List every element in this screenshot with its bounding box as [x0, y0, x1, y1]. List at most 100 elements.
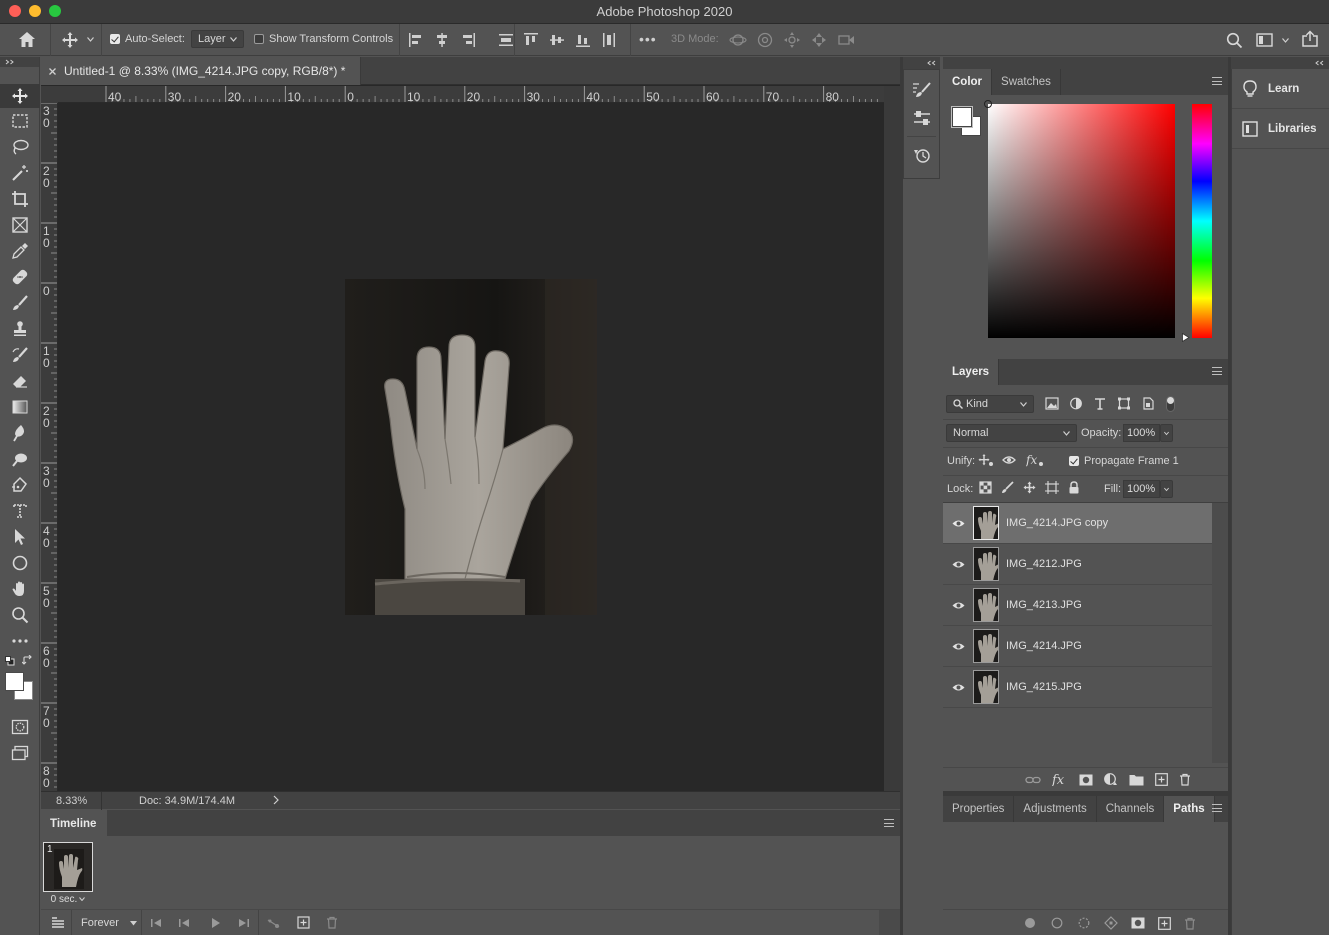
lock-position-icon[interactable]	[1023, 481, 1036, 494]
document-tab[interactable]: Untitled-1 @ 8.33% (IMG_4214.JPG copy, R…	[41, 57, 361, 85]
right-panel-collapse-bar[interactable]	[1231, 57, 1329, 69]
unify-visibility-icon[interactable]	[1002, 453, 1018, 467]
tab-channels[interactable]: Channels	[1097, 796, 1165, 822]
zoom-level[interactable]: 8.33%	[56, 795, 87, 807]
gradient-tool[interactable]	[0, 394, 40, 420]
layer-row[interactable]: IMG_4212.JPG	[943, 544, 1212, 585]
eyedropper-tool[interactable]	[0, 238, 40, 264]
search-icon[interactable]	[1226, 32, 1243, 49]
history-button[interactable]	[904, 141, 939, 169]
vertical-ruler[interactable]: 30201001020304050607080	[41, 103, 58, 791]
tab-properties[interactable]: Properties	[943, 796, 1015, 822]
quick-mask-mode-button[interactable]	[0, 714, 40, 740]
shape-layer-filter-icon[interactable]	[1117, 397, 1131, 410]
eraser-tool[interactable]	[0, 368, 40, 394]
type-tool[interactable]	[0, 498, 40, 524]
unify-position-icon[interactable]	[978, 453, 994, 467]
workspace-icon[interactable]	[1256, 33, 1273, 47]
frame-delay-dropdown[interactable]: 0 sec.	[43, 893, 93, 905]
panel-dock-top-bar[interactable]	[943, 57, 1228, 69]
pen-tool[interactable]	[0, 472, 40, 498]
blend-mode-dropdown[interactable]: Normal	[946, 424, 1077, 442]
new-layer-icon[interactable]	[1155, 773, 1168, 786]
first-frame-icon[interactable]	[151, 918, 162, 928]
eye-icon[interactable]	[943, 519, 973, 528]
crop-tool[interactable]	[0, 186, 40, 212]
stroke-path-icon[interactable]	[1050, 916, 1064, 930]
new-path-icon[interactable]	[1158, 916, 1171, 930]
move-tool-preset-icon[interactable]	[61, 31, 79, 49]
blur-tool[interactable]	[0, 420, 40, 446]
zoom-window-button[interactable]	[49, 5, 61, 17]
fill-slider-toggle[interactable]	[1160, 480, 1173, 498]
healing-brush-tool[interactable]	[0, 264, 40, 290]
new-group-icon[interactable]	[1129, 774, 1144, 786]
slide-3d-icon[interactable]	[810, 31, 828, 49]
link-layers-icon[interactable]	[1025, 774, 1041, 786]
toolbar-collapse-bar[interactable]	[0, 57, 39, 67]
drag-3d-icon[interactable]	[783, 31, 801, 49]
fill-path-icon[interactable]	[1023, 916, 1037, 930]
trash-icon[interactable]	[326, 916, 338, 929]
opacity-slider-toggle[interactable]	[1160, 424, 1173, 442]
close-tab-icon[interactable]	[49, 67, 56, 75]
add-mask-icon[interactable]	[1079, 774, 1093, 786]
roll-3d-icon[interactable]	[756, 31, 774, 49]
add-mask-icon[interactable]	[1131, 917, 1145, 929]
foreground-color-swatch[interactable]	[5, 672, 24, 691]
path-selection-tool[interactable]	[0, 524, 40, 550]
make-work-path-icon[interactable]	[1104, 916, 1118, 930]
document-info[interactable]: Doc: 34.9M/174.4M	[139, 795, 235, 807]
layers-panel-menu-icon[interactable]	[1212, 367, 1222, 375]
lock-artboard-icon[interactable]	[1045, 481, 1059, 494]
color-panel-menu-icon[interactable]	[1212, 77, 1222, 85]
history-brush-tool[interactable]	[0, 342, 40, 368]
trash-icon[interactable]	[1184, 917, 1196, 930]
eye-icon[interactable]	[943, 560, 973, 569]
canvas[interactable]	[58, 103, 884, 791]
swap-colors-icon[interactable]	[22, 655, 33, 666]
loop-value[interactable]: Forever	[81, 917, 119, 929]
tab-layers[interactable]: Layers	[943, 359, 1000, 385]
opacity-input[interactable]: 100%	[1123, 424, 1160, 442]
align-left-edges-icon[interactable]	[408, 32, 424, 48]
tab-paths[interactable]: Paths	[1164, 796, 1215, 822]
timeline-menu-icon[interactable]	[884, 819, 894, 827]
layer-filter-toggle[interactable]	[1166, 396, 1175, 412]
share-icon[interactable]	[1301, 30, 1319, 48]
frame-tool[interactable]	[0, 212, 40, 238]
color-field[interactable]	[984, 100, 1175, 338]
chevron-right-icon[interactable]	[273, 795, 279, 805]
adjustment-layer-filter-icon[interactable]	[1069, 397, 1083, 410]
paths-panel-menu-icon[interactable]	[1212, 804, 1222, 812]
align-horizontal-centers-icon[interactable]	[434, 32, 450, 48]
layer-row[interactable]: IMG_4213.JPG	[943, 585, 1212, 626]
tab-color[interactable]: Color	[943, 69, 993, 95]
align-vertical-centers-icon[interactable]	[549, 32, 565, 48]
animation-frame[interactable]: 1	[43, 842, 93, 892]
tween-icon[interactable]	[267, 917, 280, 929]
panel-divider[interactable]	[900, 57, 903, 935]
duplicate-frame-icon[interactable]	[297, 916, 310, 929]
align-bottom-edges-icon[interactable]	[575, 32, 591, 48]
trash-icon[interactable]	[1179, 773, 1191, 786]
eye-icon[interactable]	[943, 642, 973, 651]
chevron-down-icon[interactable]	[1282, 38, 1289, 43]
ruler-corner[interactable]	[41, 86, 58, 103]
distribute-horizontal-icon[interactable]	[601, 32, 617, 48]
edit-toolbar-button[interactable]	[0, 628, 40, 654]
load-path-as-selection-icon[interactable]	[1077, 916, 1091, 930]
magic-wand-tool[interactable]	[0, 160, 40, 186]
libraries-button[interactable]: Libraries	[1232, 109, 1329, 149]
chevron-down-icon[interactable]	[130, 921, 137, 926]
tab-adjustments[interactable]: Adjustments	[1014, 796, 1097, 822]
dodge-tool[interactable]	[0, 446, 40, 472]
learn-button[interactable]: Learn	[1232, 69, 1329, 109]
home-icon[interactable]	[18, 31, 36, 48]
lasso-tool[interactable]	[0, 134, 40, 160]
convert-to-video-timeline-icon[interactable]	[51, 917, 65, 929]
layers-scrollbar[interactable]	[1212, 503, 1228, 763]
show-transform-controls-checkbox[interactable]	[254, 34, 264, 44]
auto-select-checkbox[interactable]	[110, 34, 120, 44]
eye-icon[interactable]	[943, 683, 973, 692]
